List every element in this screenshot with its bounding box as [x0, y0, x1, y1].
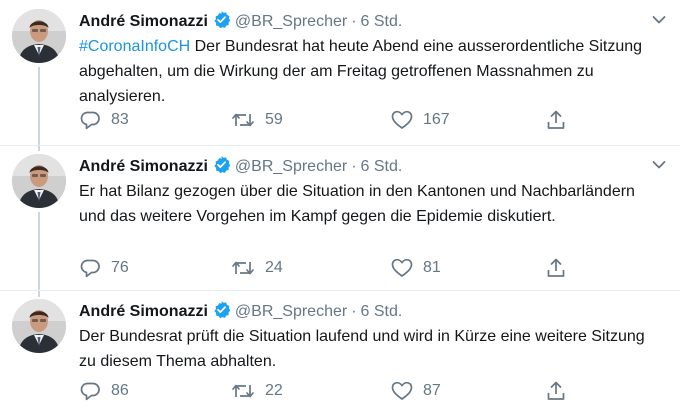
tweet-body: Der Bundesrat prüft die Situation laufen…	[79, 328, 645, 370]
retweet-count: 59	[265, 111, 283, 128]
retweet-button[interactable]: 22	[231, 380, 283, 402]
retweet-count: 24	[265, 259, 283, 276]
share-icon	[545, 109, 567, 131]
share-button[interactable]	[545, 257, 567, 279]
author-handle[interactable]: @BR_Sprecher	[235, 158, 347, 175]
tweet[interactable]: André Simonazzi @BR_Sprecher · 6 Std. Der B…	[0, 290, 680, 411]
verified-badge-icon	[212, 10, 231, 35]
like-button[interactable]: 87	[391, 380, 441, 402]
like-count: 167	[423, 111, 450, 128]
reply-icon	[79, 381, 101, 401]
reply-button[interactable]: 83	[79, 109, 129, 131]
like-button[interactable]: 167	[391, 109, 450, 131]
share-icon	[545, 257, 567, 279]
retweet-button[interactable]: 59	[231, 109, 283, 131]
retweet-icon	[231, 258, 255, 278]
tweet-text: Er hat Bilanz gezogen über die Situation…	[79, 179, 649, 229]
author-name[interactable]: André Simonazzi	[79, 158, 208, 175]
heart-icon	[391, 381, 413, 401]
retweet-icon	[231, 381, 255, 401]
reply-button[interactable]: 86	[79, 380, 129, 402]
tweet-thread: André Simonazzi @BR_Sprecher · 6 Std. #Coro…	[0, 0, 680, 411]
like-count: 81	[423, 259, 441, 276]
reply-count: 76	[111, 259, 129, 276]
retweet-icon	[231, 110, 255, 130]
tweet-text: Der Bundesrat prüft die Situation laufen…	[79, 324, 649, 374]
reply-icon	[79, 258, 101, 278]
tweet-body: Er hat Bilanz gezogen über die Situation…	[79, 183, 635, 225]
tweet[interactable]: André Simonazzi @BR_Sprecher · 6 Std. Er ha…	[0, 145, 680, 290]
author-handle[interactable]: @BR_Sprecher	[235, 13, 347, 30]
avatar[interactable]	[12, 299, 66, 353]
reply-count: 83	[111, 111, 129, 128]
like-button[interactable]: 81	[391, 257, 441, 279]
separator-dot: ·	[351, 158, 357, 175]
separator-dot: ·	[351, 303, 357, 320]
tweet-timestamp[interactable]: 6 Std.	[361, 303, 403, 320]
separator-dot: ·	[351, 13, 357, 30]
avatar[interactable]	[12, 9, 66, 63]
like-count: 87	[423, 382, 441, 399]
chevron-down-icon[interactable]	[652, 12, 666, 30]
author-handle[interactable]: @BR_Sprecher	[235, 303, 347, 320]
tweet-timestamp[interactable]: 6 Std.	[361, 158, 403, 175]
share-icon	[545, 380, 567, 402]
tweet-text: #CoronaInfoCH Der Bundesrat hat heute Ab…	[79, 34, 649, 109]
retweet-count: 22	[265, 382, 283, 399]
reply-icon	[79, 110, 101, 130]
verified-badge-icon	[212, 155, 231, 180]
retweet-button[interactable]: 24	[231, 257, 283, 279]
tweet-header: André Simonazzi @BR_Sprecher · 6 Std.	[79, 10, 402, 35]
share-button[interactable]	[545, 109, 567, 131]
heart-icon	[391, 110, 413, 130]
tweet-header: André Simonazzi @BR_Sprecher · 6 Std.	[79, 155, 402, 180]
share-button[interactable]	[545, 380, 567, 402]
verified-badge-icon	[212, 300, 231, 325]
tweet-timestamp[interactable]: 6 Std.	[361, 13, 403, 30]
hashtag-link[interactable]: #CoronaInfoCH	[79, 38, 190, 55]
author-name[interactable]: André Simonazzi	[79, 13, 208, 30]
chevron-down-icon[interactable]	[652, 157, 666, 175]
reply-count: 86	[111, 382, 129, 399]
avatar[interactable]	[12, 154, 66, 208]
reply-button[interactable]: 76	[79, 257, 129, 279]
author-name[interactable]: André Simonazzi	[79, 303, 208, 320]
heart-icon	[391, 258, 413, 278]
tweet-header: André Simonazzi @BR_Sprecher · 6 Std.	[79, 300, 402, 325]
tweet[interactable]: André Simonazzi @BR_Sprecher · 6 Std. #Coro…	[0, 0, 680, 145]
